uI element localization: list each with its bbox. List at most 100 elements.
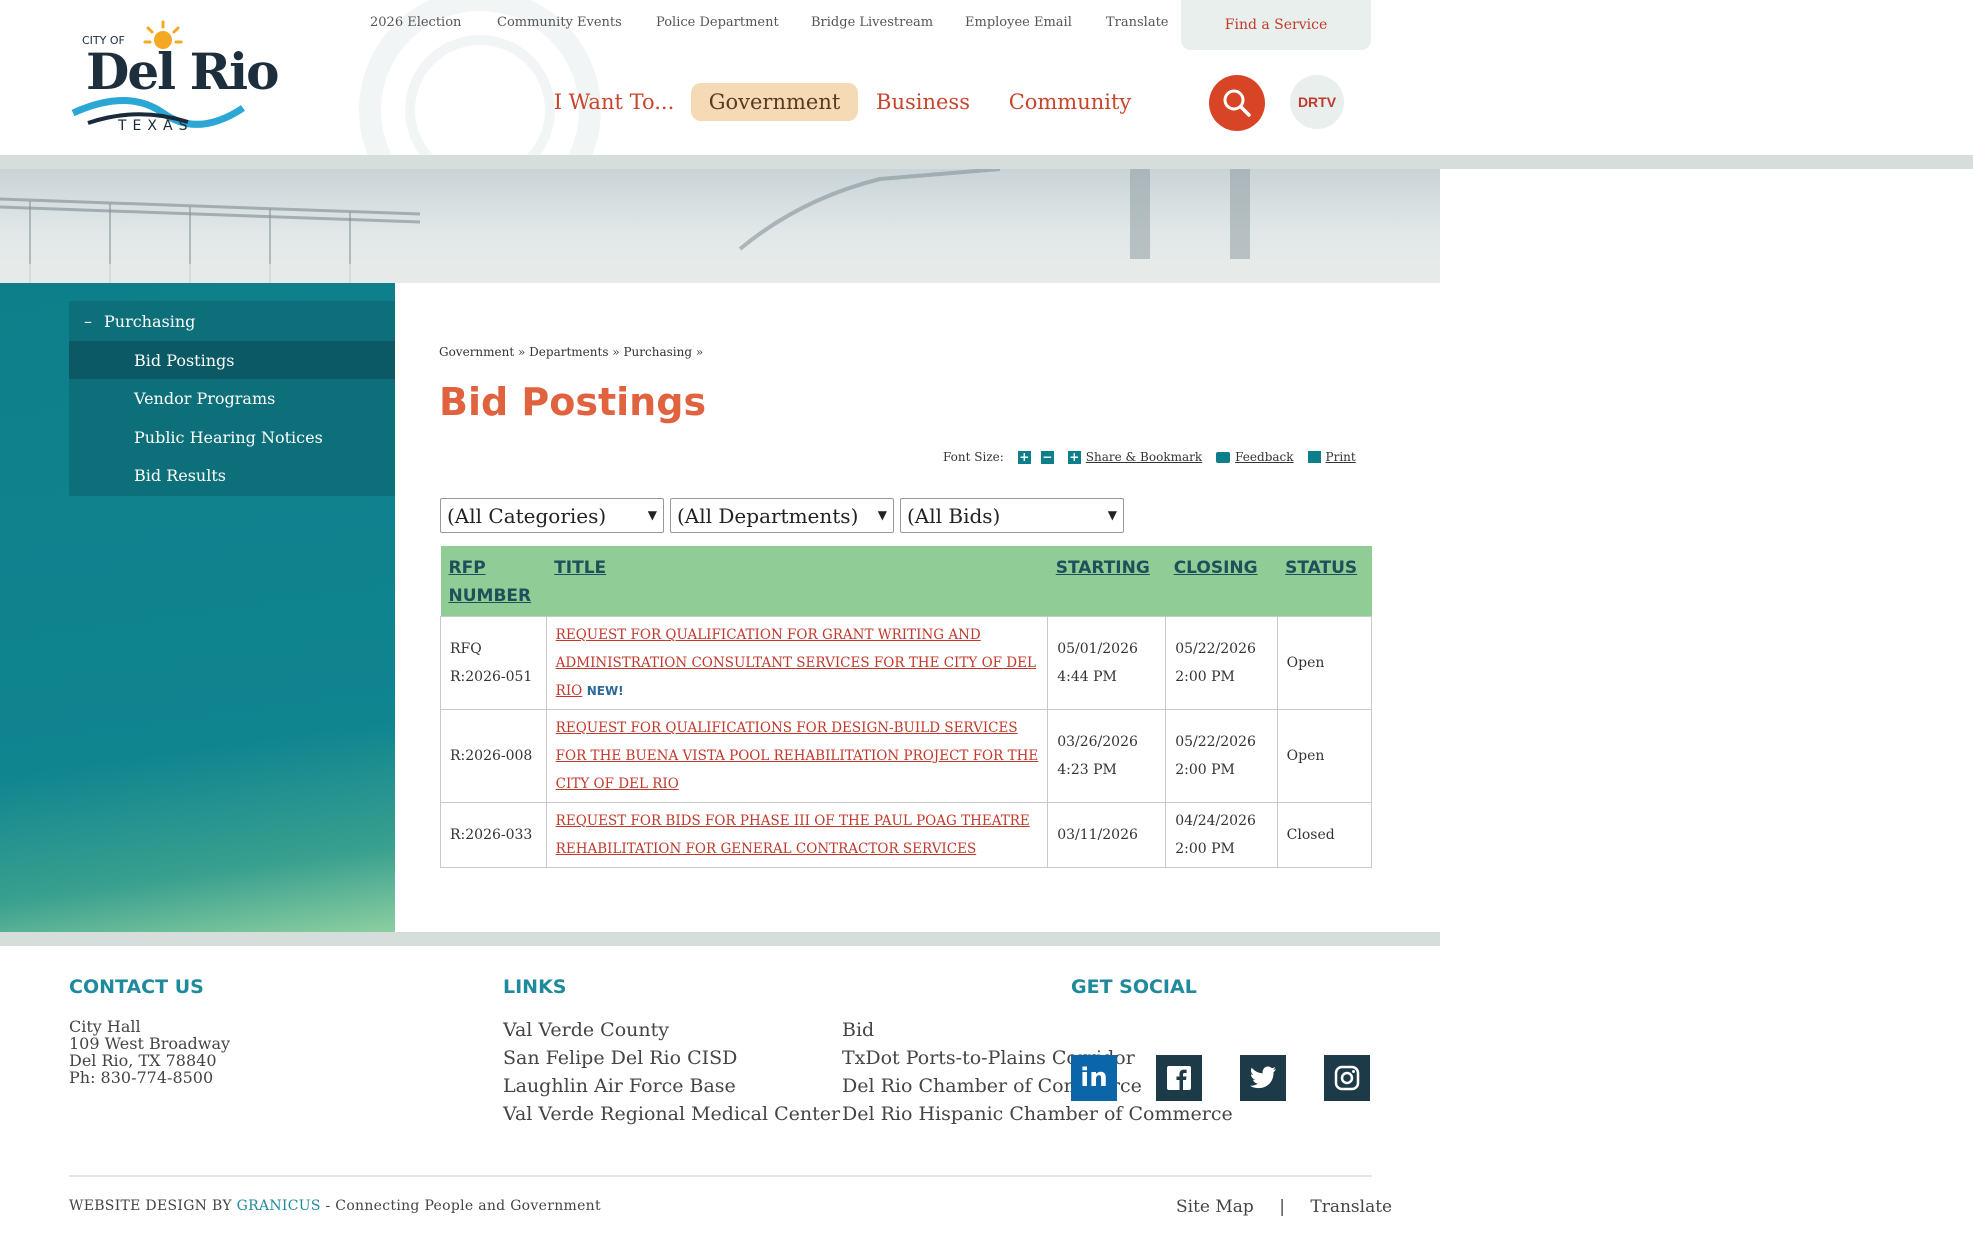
instagram-glyph xyxy=(1334,1065,1360,1091)
title-cell: REQUEST FOR BIDS FOR PHASE III OF THE PA… xyxy=(545,802,1049,868)
closing-cell: 05/22/2026 2:00 PM xyxy=(1165,709,1278,803)
granicus-link[interactable]: GRANICUS xyxy=(237,1198,321,1214)
sidebar-item-label: Bid Postings xyxy=(134,350,235,370)
feedback-icon xyxy=(1216,451,1231,463)
title-cell: REQUEST FOR QUALIFICATIONS FOR DESIGN-BU… xyxy=(545,709,1049,803)
department-filter[interactable]: (All Departments) ▼ xyxy=(670,498,894,533)
print-icon xyxy=(1307,451,1321,463)
bid-postings-table: RFP NUMBER TITLE STARTING CLOSING STATUS… xyxy=(440,546,1373,868)
del-rio-logo[interactable]: CITY OF Del Rio TEXAS xyxy=(68,18,279,143)
util-link-election[interactable]: 2026 Election xyxy=(370,15,461,30)
search-button[interactable] xyxy=(1209,75,1265,131)
breadcrumb-government[interactable]: Government xyxy=(439,345,514,359)
closing-cell: 04/24/2026 2:00 PM xyxy=(1165,802,1278,868)
rfp-number-cell: R:2026-033 xyxy=(440,802,547,868)
sidebar-item-public-hearing-notices[interactable]: Public Hearing Notices xyxy=(69,418,395,456)
website-credit: WEBSITE DESIGN BY GRANICUS - Connecting … xyxy=(69,1198,601,1214)
header-title[interactable]: TITLE xyxy=(546,546,1048,617)
util-link-police[interactable]: Police Department xyxy=(656,15,779,30)
chevron-down-icon: ▼ xyxy=(877,508,887,522)
contact-line: Del Rio, TX 78840 xyxy=(69,1051,217,1070)
feedback-link[interactable]: Feedback xyxy=(1235,450,1293,464)
instagram-icon[interactable] xyxy=(1324,1055,1370,1101)
contact-line: 109 West Broadway xyxy=(69,1034,231,1053)
font-increase-icon[interactable]: + xyxy=(1017,450,1031,464)
collapse-icon[interactable]: – xyxy=(84,312,92,331)
header-closing[interactable]: CLOSING xyxy=(1165,546,1278,617)
footer-link-hispanic-chamber[interactable]: Del Rio Hispanic Chamber of Commerce xyxy=(842,1103,1233,1125)
nav-business[interactable]: Business xyxy=(870,83,976,121)
sidebar-item-label: Vendor Programs xyxy=(134,388,276,408)
chevron-down-icon: ▼ xyxy=(1107,508,1117,522)
page-tools: Font Size: + − + Share & Bookmark Feedba… xyxy=(943,447,1356,467)
category-filter[interactable]: (All Categories) ▼ xyxy=(440,498,664,533)
separator: | xyxy=(1279,1197,1285,1217)
breadcrumb: Government » Departments » Purchasing » xyxy=(439,345,704,359)
header-status[interactable]: STATUS xyxy=(1277,546,1372,617)
bid-title-link[interactable]: REQUEST FOR BIDS FOR PHASE III OF THE PA… xyxy=(556,813,1030,857)
table-row: RFQ R:2026-051 REQUEST FOR QUALIFICATION… xyxy=(440,616,1373,710)
title-cell: REQUEST FOR QUALIFICATION FOR GRANT WRIT… xyxy=(545,616,1049,710)
bid-title-link[interactable]: REQUEST FOR QUALIFICATION FOR GRANT WRIT… xyxy=(556,627,1036,699)
starting-cell: 05/01/2026 4:44 PM xyxy=(1047,616,1167,710)
sidebar-item-purchasing[interactable]: – Purchasing xyxy=(69,302,395,340)
site-map-link[interactable]: Site Map xyxy=(1176,1197,1254,1217)
util-link-translate[interactable]: Translate xyxy=(1106,15,1169,30)
footer-link-val-verde-county[interactable]: Val Verde County xyxy=(503,1019,669,1041)
facebook-icon[interactable] xyxy=(1156,1055,1202,1101)
sidebar-item-bid-postings[interactable]: Bid Postings xyxy=(69,341,395,379)
util-link-community-events[interactable]: Community Events xyxy=(497,15,622,30)
share-icon: + xyxy=(1067,449,1081,464)
share-bookmark-link[interactable]: Share & Bookmark xyxy=(1086,450,1202,464)
search-icon xyxy=(1223,89,1251,117)
bids-filter[interactable]: (All Bids) ▼ xyxy=(900,498,1124,533)
util-link-bridge-livestream[interactable]: Bridge Livestream xyxy=(811,15,933,30)
breadcrumb-departments[interactable]: Departments xyxy=(529,345,608,359)
find-a-service-button[interactable]: Find a Service xyxy=(1181,0,1371,50)
status-cell: Open xyxy=(1276,616,1373,710)
nav-community[interactable]: Community xyxy=(1004,83,1136,121)
sidebar-item-bid-results[interactable]: Bid Results xyxy=(69,456,395,494)
breadcrumb-purchasing[interactable]: Purchasing xyxy=(623,345,692,359)
sidebar-item-vendor-programs[interactable]: Vendor Programs xyxy=(69,379,395,417)
footer-link-laughlin-afb[interactable]: Laughlin Air Force Base xyxy=(503,1075,736,1097)
table-header-row: RFP NUMBER TITLE STARTING CLOSING STATUS xyxy=(440,546,1372,617)
facebook-glyph xyxy=(1167,1066,1191,1090)
linkedin-icon[interactable]: in xyxy=(1071,1055,1117,1101)
sidebar-item-label: Public Hearing Notices xyxy=(134,427,323,447)
footer-link-bid[interactable]: Bid xyxy=(842,1019,874,1041)
bridge-illustration xyxy=(0,169,1440,283)
font-decrease-icon[interactable]: − xyxy=(1040,450,1054,464)
table-row: R:2026-008 REQUEST FOR QUALIFICATIONS FO… xyxy=(440,709,1373,803)
links-heading: LINKS xyxy=(503,976,567,998)
header-rfp-number[interactable]: RFP NUMBER xyxy=(440,546,547,617)
logo-del-rio: Del Rio xyxy=(86,42,279,101)
footer-translate-link[interactable]: Translate xyxy=(1310,1197,1392,1217)
contact-heading: CONTACT US xyxy=(69,976,204,998)
rfp-number-cell: RFQ R:2026-051 xyxy=(440,616,547,710)
footer-link-medical-center[interactable]: Val Verde Regional Medical Center xyxy=(503,1103,840,1125)
starting-cell: 03/26/2026 4:23 PM xyxy=(1047,709,1167,803)
footer-divider xyxy=(0,932,1440,946)
department-filter-value: (All Departments) xyxy=(677,503,859,528)
category-filter-value: (All Categories) xyxy=(447,503,607,528)
footer-link-sfdr-cisd[interactable]: San Felipe Del Rio CISD xyxy=(503,1047,737,1069)
header-divider xyxy=(0,155,1973,169)
sidebar-section-label: Purchasing xyxy=(104,311,196,331)
print-link[interactable]: Print xyxy=(1326,450,1356,464)
util-link-employee-email[interactable]: Employee Email xyxy=(965,15,1072,30)
drtv-button[interactable]: DRTV xyxy=(1290,75,1344,129)
status-cell: Closed xyxy=(1276,802,1373,868)
twitter-glyph xyxy=(1250,1066,1276,1089)
header-starting[interactable]: STARTING xyxy=(1047,546,1166,617)
social-heading: GET SOCIAL xyxy=(1071,976,1197,998)
rfp-number-cell: R:2026-008 xyxy=(440,709,547,803)
status-cell: Open xyxy=(1276,709,1373,803)
footer-bottom-divider xyxy=(69,1175,1372,1177)
nav-government[interactable]: Government xyxy=(691,83,858,121)
chevron-down-icon: ▼ xyxy=(647,508,657,522)
nav-i-want-to[interactable]: I Want To... xyxy=(548,83,680,121)
credit-suffix: - Connecting People and Government xyxy=(325,1198,601,1214)
twitter-icon[interactable] xyxy=(1240,1055,1286,1101)
bid-title-link[interactable]: REQUEST FOR QUALIFICATIONS FOR DESIGN-BU… xyxy=(556,720,1039,792)
